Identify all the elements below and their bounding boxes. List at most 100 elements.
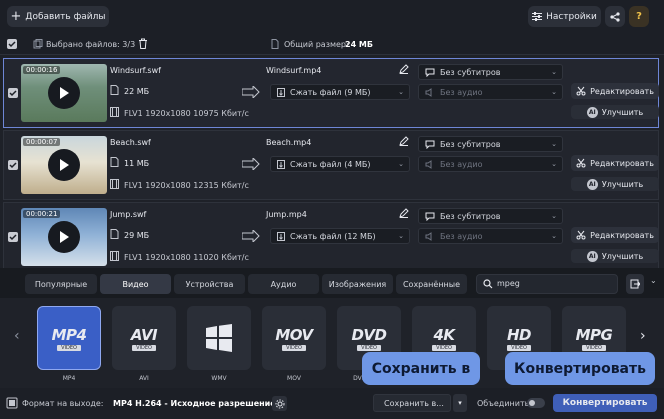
help-button[interactable]: ? [629, 6, 649, 27]
add-files-button[interactable]: + Добавить файлы [7, 6, 109, 27]
output-filename[interactable]: Jump.mp4 [266, 210, 307, 219]
save-to-expand-button[interactable]: ▾ [453, 394, 467, 412]
rename-pencil-icon[interactable] [399, 208, 409, 218]
tab-audio[interactable]: Аудио [248, 274, 319, 294]
format-name: MPG [575, 325, 613, 344]
output-filename[interactable]: Windsurf.mp4 [266, 66, 321, 75]
format-name: HD [506, 325, 532, 344]
file-checkbox[interactable] [8, 88, 18, 98]
selected-files-count: Выбрано файлов: 3/3 [46, 40, 136, 49]
format-name: AVI [130, 325, 158, 344]
audio-dropdown[interactable]: Без аудио ⌄ [418, 84, 563, 100]
output-filename[interactable]: Beach.mp4 [266, 138, 311, 147]
search-input[interactable]: mpeg [497, 279, 520, 288]
compress-dropdown[interactable]: Сжать файл (9 МБ) ⌄ [270, 84, 410, 100]
file-checkbox[interactable] [8, 232, 18, 242]
tab-popular[interactable]: Популярные [25, 274, 97, 294]
format-subtag: VIDEO [57, 344, 81, 351]
play-button[interactable] [48, 221, 80, 253]
video-thumbnail[interactable]: 00:00:21 [21, 208, 107, 266]
convert-arrow-icon [242, 158, 260, 170]
subtitles-icon [425, 212, 435, 221]
format-search-box[interactable]: mpeg [476, 274, 618, 294]
format-card[interactable]: MP4 VIDEO [37, 306, 101, 370]
source-filename: Beach.swf [110, 138, 151, 147]
source-filename: Jump.swf [110, 210, 147, 219]
enhance-button[interactable]: AI Улучшить [571, 177, 659, 191]
format-card[interactable] [187, 306, 251, 370]
edit-button[interactable]: Редактировать [571, 155, 659, 171]
compress-dropdown[interactable]: Сжать файл (4 МБ) ⌄ [270, 156, 410, 172]
play-button[interactable] [48, 77, 80, 109]
selection-bar: Выбрано файлов: 3/3 Общий размер: 24 МБ [0, 33, 664, 55]
format-options-button[interactable] [626, 274, 644, 294]
rename-pencil-icon[interactable] [399, 64, 409, 74]
play-button[interactable] [48, 149, 80, 181]
settings-button[interactable]: Настройки [528, 6, 601, 27]
subtitles-icon [425, 140, 435, 149]
help-icon: ? [636, 11, 642, 22]
format-name: 4K [433, 325, 455, 344]
subtitles-dropdown[interactable]: Без субтитров ⌄ [418, 208, 563, 224]
video-thumbnail[interactable]: 00:00:16 [21, 64, 107, 122]
format-card[interactable]: AVI VIDEO [112, 306, 176, 370]
compress-icon [277, 87, 285, 97]
chevron-down-icon: ⌄ [551, 140, 557, 148]
format-card[interactable]: MOV VIDEO [262, 306, 326, 370]
format-subtag: VIDEO [507, 344, 531, 351]
convert-button[interactable]: Конвертировать [553, 394, 657, 412]
video-thumbnail[interactable]: 00:00:07 [21, 136, 107, 194]
share-button[interactable] [605, 6, 625, 27]
file-row[interactable]: 00:00:07 Beach.swf 11 МБ FLV1 1920x1080 … [3, 130, 659, 200]
plus-icon: + [10, 9, 22, 24]
film-icon [110, 251, 119, 261]
output-format-label: Формат на выходе: [22, 399, 104, 408]
audio-muted-icon [425, 87, 435, 97]
edit-button[interactable]: Редактировать [571, 227, 659, 243]
merge-toggle[interactable] [527, 398, 545, 408]
tab-saved[interactable]: Сохранённые [396, 274, 467, 294]
chevron-right-icon[interactable]: › [640, 328, 646, 344]
format-tabs-bar: Популярные Видео Устройства Аудио Изобра… [0, 268, 664, 298]
checkmark-icon [9, 234, 17, 241]
tab-devices[interactable]: Устройства [174, 274, 245, 294]
compress-icon [277, 231, 285, 241]
file-size-icon [110, 85, 119, 95]
rename-pencil-icon[interactable] [399, 136, 409, 146]
format-name: DVD [351, 325, 387, 344]
file-size: 11 МБ [124, 159, 150, 168]
chevron-left-icon[interactable]: ‹ [14, 328, 20, 344]
ai-icon: AI [586, 250, 598, 262]
tab-video[interactable]: Видео [100, 274, 171, 294]
subtitles-label: Без субтитров [440, 139, 501, 149]
enhance-button[interactable]: AI Улучшить [571, 105, 659, 119]
output-format-value[interactable]: MP4 H.264 - Исходное разрешение [113, 399, 276, 408]
checkmark-icon [9, 162, 17, 169]
enhance-button[interactable]: AI Улучшить [571, 249, 659, 263]
files-icon [33, 39, 43, 49]
save-to-label: Сохранить в... [384, 398, 444, 408]
tab-images[interactable]: Изображения [322, 274, 393, 294]
edit-button[interactable]: Редактировать [571, 83, 659, 99]
format-subtag: VIDEO [282, 344, 306, 351]
subtitles-dropdown[interactable]: Без субтитров ⌄ [418, 64, 563, 80]
file-row[interactable]: 00:00:16 Windsurf.swf 22 МБ FLV1 1920x10… [3, 58, 659, 128]
format-name: MP4 [51, 325, 87, 344]
format-label: WMV [211, 375, 227, 382]
file-row[interactable]: 00:00:21 Jump.swf 29 МБ FLV1 1920x1080 1… [3, 202, 659, 272]
play-icon [60, 87, 69, 99]
select-all-checkbox[interactable] [7, 39, 17, 49]
trash-icon[interactable] [138, 38, 148, 49]
file-checkbox[interactable] [8, 160, 18, 170]
audio-dropdown[interactable]: Без аудио ⌄ [418, 156, 563, 172]
film-icon [110, 107, 119, 117]
compress-dropdown[interactable]: Сжать файл (12 МБ) ⌄ [270, 228, 410, 244]
subtitles-dropdown[interactable]: Без субтитров ⌄ [418, 136, 563, 152]
total-size-value: 24 МБ [345, 40, 373, 49]
collapse-chevron-icon[interactable]: ⌄ [650, 276, 657, 285]
format-settings-gear-icon[interactable] [272, 396, 287, 411]
audio-dropdown[interactable]: Без аудио ⌄ [418, 228, 563, 244]
chevron-down-icon: ⌄ [398, 88, 404, 96]
save-to-dropdown[interactable]: Сохранить в... [373, 394, 451, 412]
compress-label: Сжать файл (12 МБ) [290, 231, 376, 241]
